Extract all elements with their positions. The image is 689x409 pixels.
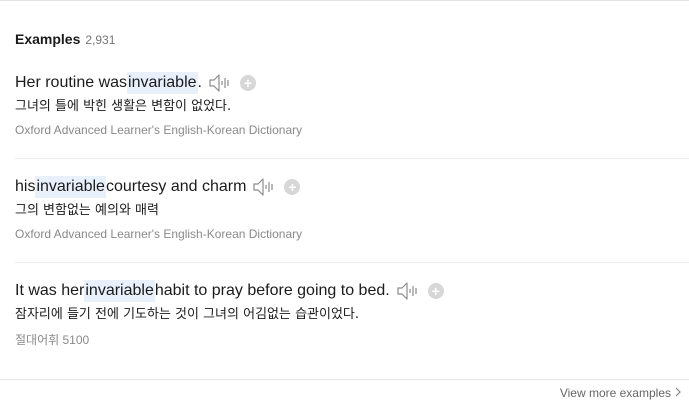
example-item: It was her invariable habit to pray befo…: [15, 280, 689, 348]
sentence-text: habit to pray before going to bed.: [154, 282, 390, 299]
sentence-text: It was her: [15, 282, 85, 299]
top-divider: [0, 0, 689, 1]
chevron-right-icon: [675, 386, 681, 400]
view-more-examples-link[interactable]: View more examples: [560, 386, 681, 400]
highlighted-word: invariable: [35, 176, 106, 198]
add-icon[interactable]: +: [239, 75, 256, 91]
highlighted-word: invariable: [127, 72, 198, 94]
example-sentence: Her routine was invariable. +: [15, 72, 689, 94]
examples-header: Examples 2,931: [15, 31, 115, 47]
example-divider: [15, 262, 689, 263]
sentence-text: .: [197, 74, 202, 91]
example-sentence: It was her invariable habit to pray befo…: [15, 280, 689, 302]
sentence-text: courtesy and charm: [105, 178, 247, 195]
view-more-label: View more examples: [559, 386, 671, 400]
example-source: Oxford Advanced Learner's English-Korean…: [15, 123, 303, 137]
speaker-icon[interactable]: [252, 177, 276, 197]
example-translation: 그의 변함없는 예의와 매력: [15, 203, 159, 218]
add-icon[interactable]: +: [427, 283, 444, 299]
example-sentence: his invariable courtesy and charm +: [15, 176, 689, 198]
example-translation: 잠자리에 들기 전에 기도하는 것이 그녀의 어김없는 습관이었다.: [15, 307, 360, 322]
highlighted-word: invariable: [84, 280, 155, 302]
sentence-text: his: [15, 178, 36, 195]
example-item: Her routine was invariable. + 그녀의 틀에 박힌 …: [15, 72, 689, 137]
sentence-text: Her routine was: [15, 74, 128, 91]
example-item: his invariable courtesy and charm + 그의 변…: [15, 176, 689, 241]
example-source: Oxford Advanced Learner's English-Korean…: [15, 227, 303, 241]
footer-divider: [0, 379, 689, 380]
speaker-icon[interactable]: [396, 281, 420, 301]
examples-count: 2,931: [85, 33, 116, 47]
example-source: 절대어휘 5100: [15, 333, 90, 347]
example-divider: [15, 158, 689, 159]
speaker-icon[interactable]: [208, 73, 232, 93]
example-translation: 그녀의 틀에 박힌 생활은 변함이 없었다.: [15, 99, 232, 114]
section-title: Examples: [15, 31, 81, 47]
add-icon[interactable]: +: [284, 179, 301, 195]
